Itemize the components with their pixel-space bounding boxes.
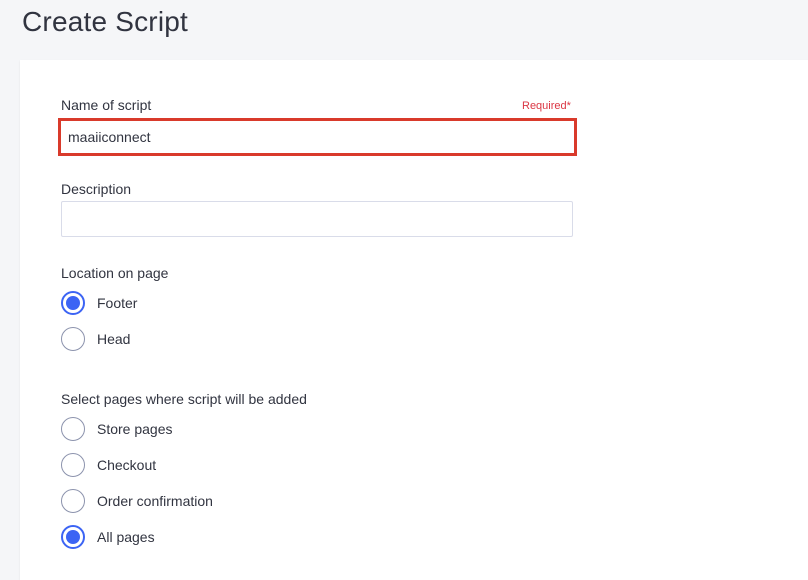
radio-order-confirmation[interactable] [61,489,85,513]
radio-label-checkout: Checkout [97,457,157,473]
radio-label-store-pages: Store pages [97,421,173,437]
description-input[interactable] [61,201,573,237]
pages-option-order-confirmation[interactable]: Order confirmation [61,489,213,513]
pages-option-store[interactable]: Store pages [61,417,173,441]
description-field-label: Description [61,181,132,197]
required-indicator: Required* [522,100,571,112]
radio-head[interactable] [61,327,85,351]
location-option-head[interactable]: Head [61,327,130,351]
pages-option-all[interactable]: All pages [61,525,155,549]
pages-field-label: Select pages where script will be added [61,391,307,407]
radio-label-all-pages: All pages [97,529,155,545]
script-name-input[interactable] [58,118,577,156]
radio-label-footer: Footer [97,295,138,311]
location-field-label: Location on page [61,265,169,281]
radio-all-pages[interactable] [61,525,85,549]
location-option-footer[interactable]: Footer [61,291,137,315]
radio-store-pages[interactable] [61,417,85,441]
page-title: Create Script [22,6,188,37]
radio-checkout[interactable] [61,453,85,477]
radio-footer[interactable] [61,291,85,315]
pages-option-checkout[interactable]: Checkout [61,453,156,477]
radio-label-head: Head [97,331,131,347]
radio-label-order-confirmation: Order confirmation [97,493,213,509]
name-field-label: Name of script [61,97,152,113]
